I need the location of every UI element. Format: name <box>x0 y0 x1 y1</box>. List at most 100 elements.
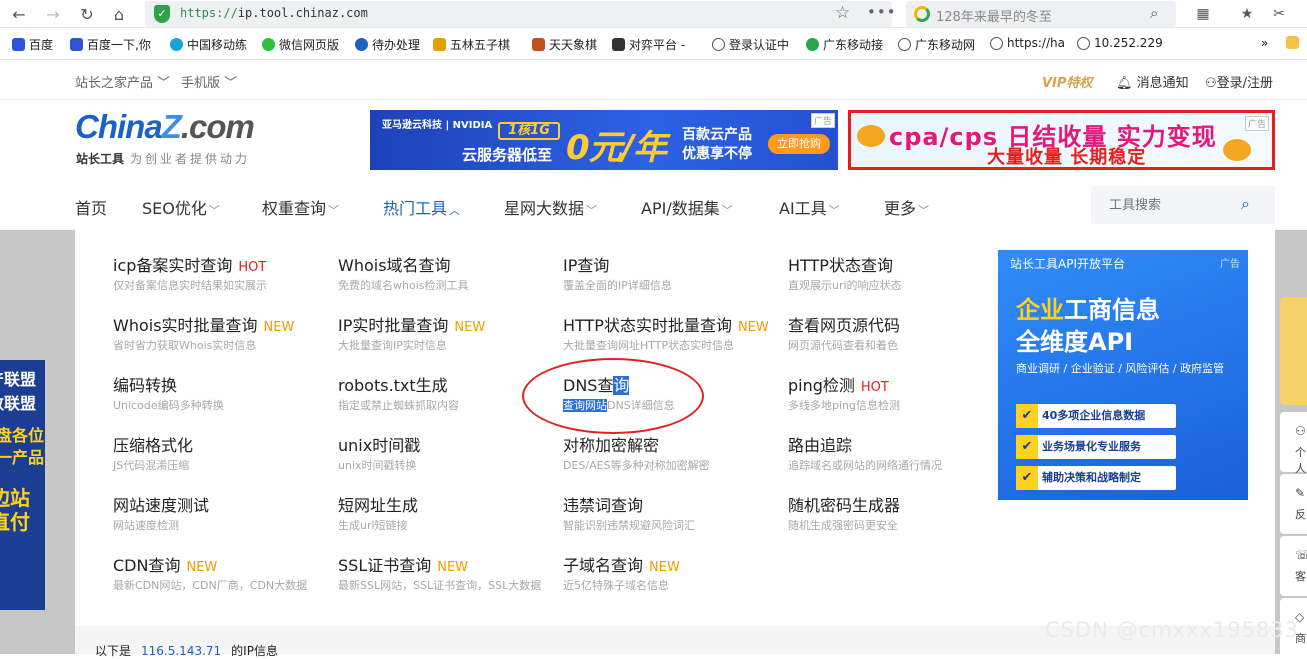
products-menu[interactable]: 站长之家产品 ﹀ <box>75 72 170 91</box>
mountain-icon <box>433 38 446 51</box>
paw-icon <box>70 38 83 51</box>
favorites-icon[interactable]: ★ <box>1236 3 1258 25</box>
headset-icon: ☏ <box>1295 548 1307 562</box>
tool-item[interactable]: Whois域名查询 免费的域名whois检测工具 <box>338 252 558 300</box>
search-icon[interactable]: ⌕ <box>1150 4 1158 22</box>
secure-shield-icon: ✓ <box>154 5 170 23</box>
api-ad-banner[interactable]: 站长工具API开放平台 广告 企业工商信息 全维度API 商业调研 / 企业验证… <box>998 250 1248 500</box>
ad-buy-button[interactable]: 立即抢购 <box>768 134 830 154</box>
address-bar[interactable]: ✓ https://ip.tool.chinaz.com ☆ ••• <box>145 1 896 27</box>
bookmark-3[interactable]: 微信网页版 <box>262 36 339 53</box>
bookmark-0[interactable]: 百度 <box>12 36 53 53</box>
aws-ad-banner[interactable]: 亚马逊云科技 | NVIDIA 1核1G 云服务器低至 0元/年 百款云产品 优… <box>370 110 838 170</box>
cpa-ad-banner[interactable]: cpa/cps 日结收量 实力变现 大量收量 长期稳定 广告 <box>848 110 1275 170</box>
side-button-label: 反 <box>1295 508 1306 521</box>
nav-home[interactable]: 首页 <box>75 195 107 219</box>
bookmark-5[interactable]: 五林五子棋 <box>433 36 510 53</box>
tool-item[interactable]: 路由追踪 追踪域名或网站的网络通行情况 <box>788 432 1008 480</box>
nav-seo[interactable]: SEO优化 ﹀ <box>142 195 220 219</box>
globe-icon <box>990 36 1003 50</box>
ip-address-link[interactable]: 116.5.143.71 <box>141 644 221 658</box>
csdn-watermark: CSDN @cmxxx195833 <box>1045 618 1299 642</box>
bookmark-1[interactable]: 百度一下,你 <box>70 36 151 53</box>
chinaz-logo[interactable]: ChinaZ.com 站长工具 为创业者提供动力 <box>75 108 285 168</box>
bookmark-7[interactable]: 对弈平台 - <box>612 36 685 53</box>
tool-item[interactable]: 子域名查询 NEW 近5亿特殊子域名信息 <box>563 552 783 600</box>
nav-hot-tools[interactable]: 热门工具 ︿ <box>383 195 460 219</box>
bookmark-8[interactable]: 登录认证中 <box>712 36 789 53</box>
tool-item[interactable]: CDN查询 NEW 最新CDN网站，CDN厂商，CDN大数据 <box>113 552 333 600</box>
wechat-icon <box>262 38 275 51</box>
tool-item[interactable]: HTTP状态查询 直观展示url的响应状态 <box>788 252 1008 300</box>
tool-item[interactable]: unix时间戳 unix时间戳转换 <box>338 432 558 480</box>
ad-line-2: 优惠享不停 <box>682 146 752 162</box>
api-ad-title: 企业工商信息 <box>1016 296 1160 324</box>
user-icon: ⚇ <box>1295 424 1306 438</box>
bookmark-10[interactable]: 广东移动网 <box>898 36 975 53</box>
side-button-service[interactable]: ☏ 客 <box>1280 536 1307 596</box>
chevron-up-icon: ︿ <box>449 204 461 217</box>
bookmark-9[interactable]: 广东移动接 <box>806 36 883 53</box>
bookmark-12[interactable]: 10.252.229 <box>1077 36 1163 50</box>
back-arrow-icon[interactable]: ← <box>8 3 30 25</box>
tool-item[interactable]: 查看网页源代码 网页源代码查看和着色 <box>788 312 1008 360</box>
nav-bigdata[interactable]: 星网大数据 ﹀ <box>504 195 597 219</box>
bookmark-2[interactable]: 中国移动练 <box>170 36 247 53</box>
tool-item[interactable]: SSL证书查询 NEW 最新SSL网站，SSL证书查询，SSL大数据 <box>338 552 558 600</box>
tool-item[interactable]: 随机密码生成器 随机生成强密码更安全 <box>788 492 1008 540</box>
tool-item[interactable]: ping检测 HOT 多线多地ping信息检测 <box>788 372 1008 420</box>
v-icon <box>806 38 819 51</box>
check-icon: ✔ <box>1016 466 1038 490</box>
home-icon[interactable]: ⌂ <box>108 3 130 25</box>
notice-link[interactable]: 🔔︎ 消息通知 <box>1116 72 1189 91</box>
reload-icon[interactable]: ↻ <box>76 3 98 25</box>
left-banner-text: 产联盟 <box>0 370 37 389</box>
edit-icon: ✎ <box>1295 486 1306 500</box>
more-dots-icon[interactable]: ••• <box>867 3 897 21</box>
tool-item[interactable]: 编码转换 Unicode编码多种转换 <box>113 372 333 420</box>
bookmark-4[interactable]: 待办处理 <box>355 36 420 53</box>
tool-item[interactable]: IP查询 覆盖全面的IP详细信息 <box>563 252 783 300</box>
right-side-banner[interactable] <box>1280 297 1307 405</box>
check-icon: ✔ <box>1016 435 1038 459</box>
side-button-profile[interactable]: ⚇ 个人 <box>1280 412 1307 475</box>
ad-badge: 1核1G <box>498 122 560 140</box>
tool-item[interactable]: 违禁词查询 智能识别违禁规避风险词汇 <box>563 492 783 540</box>
bookmarks-overflow-icon[interactable]: » <box>1261 36 1268 50</box>
nav-api[interactable]: API/数据集 ﹀ <box>641 195 733 219</box>
tool-item[interactable]: HTTP状态实时批量查询 NEW 大批量查询网址HTTP状态实时信息 <box>563 312 783 360</box>
bookmark-6[interactable]: 天天象棋 <box>532 36 597 53</box>
nav-ai[interactable]: AI工具 ﹀ <box>779 195 840 219</box>
tool-item[interactable]: 对称加密解密 DES/AES等多种对称加密解密 <box>563 432 783 480</box>
api-ad-bullet: ✔ 辅助决策和战略制定 <box>1016 466 1176 490</box>
left-banner-text: 数联盟 <box>0 394 37 413</box>
tool-item[interactable]: 短网址生成 生成url短链接 <box>338 492 558 540</box>
globe-icon <box>170 38 183 51</box>
left-side-banner[interactable]: 产联盟 数联盟 盘各位 一产品 边站 直付 <box>0 360 45 610</box>
login-link[interactable]: ⚇登录/注册 <box>1205 72 1273 91</box>
nav-more[interactable]: 更多 ﹀ <box>884 195 929 219</box>
api-ad-scenarios: 商业调研 / 企业验证 / 风险评估 / 政府监管 <box>1016 362 1225 375</box>
tool-item[interactable]: 网站速度测试 网站速度检测 <box>113 492 333 540</box>
tool-search-input[interactable] <box>1091 186 1241 224</box>
tool-item[interactable]: IP实时批量查询 NEW 大批量查询IP实时信息 <box>338 312 558 360</box>
folder-icon[interactable] <box>1286 36 1303 49</box>
check-icon: ✔ <box>1016 404 1038 428</box>
globe-icon <box>1077 36 1090 50</box>
mobile-menu[interactable]: 手机版 ﹀ <box>181 72 237 91</box>
board-icon <box>612 38 625 51</box>
star-icon[interactable]: ☆ <box>835 3 850 23</box>
tool-item[interactable]: 压缩格式化 JS代码混淆压缩 <box>113 432 333 480</box>
side-button-feedback[interactable]: ✎ 反 <box>1280 474 1307 534</box>
forward-arrow-icon[interactable]: → <box>42 3 64 25</box>
bookmark-11[interactable]: https://ha <box>990 36 1065 50</box>
red-annotation-circle <box>522 358 704 434</box>
vip-link[interactable]: VIP特权 <box>1042 72 1092 91</box>
browser-search-box[interactable]: 128年来最早的冬至 ⌕ <box>906 1 1176 27</box>
nav-weight[interactable]: 权重查询 ﹀ <box>262 195 339 219</box>
tool-item[interactable]: icp备案实时查询 HOT 仅对备案信息实时结果如实展示 <box>113 252 333 300</box>
search-icon[interactable]: ⌕ <box>1241 194 1250 214</box>
tools-icon[interactable]: ✂ <box>1268 3 1290 25</box>
tool-item[interactable]: Whois实时批量查询 NEW 省时省力获取Whois实时信息 <box>113 312 333 360</box>
grid-apps-icon[interactable]: ▦ <box>1192 3 1214 25</box>
